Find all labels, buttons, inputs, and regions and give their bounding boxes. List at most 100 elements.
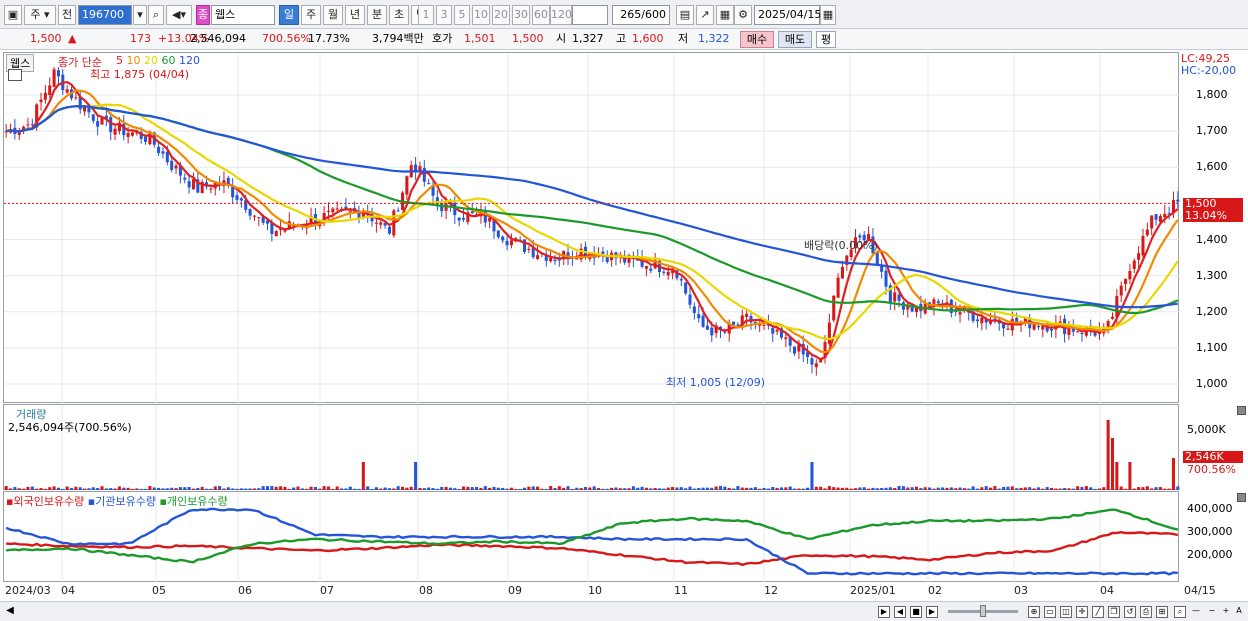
prev-button[interactable]: 전 bbox=[58, 5, 76, 25]
volume-bar bbox=[610, 487, 614, 490]
volume-bar bbox=[509, 487, 513, 490]
candle-body bbox=[697, 314, 701, 319]
volume-bar bbox=[975, 488, 979, 490]
period-tab-5[interactable]: 초 bbox=[389, 5, 409, 25]
volume-bar bbox=[505, 488, 509, 490]
window-icon[interactable]: ▭ bbox=[1044, 606, 1056, 618]
price-chart[interactable] bbox=[4, 53, 1180, 404]
zoom-out-icon[interactable]: — bbox=[1190, 606, 1202, 618]
scroll-right-icon[interactable]: ▶ bbox=[878, 606, 890, 618]
split-icon[interactable]: ◫ bbox=[1060, 606, 1072, 618]
minute-custom-input[interactable] bbox=[572, 5, 608, 25]
volume-panel[interactable]: 거래량 2,546,094주(700.56%) bbox=[3, 404, 1180, 491]
volume-bar bbox=[1010, 486, 1014, 490]
volume-bar bbox=[174, 488, 178, 490]
font-size-icon[interactable]: A bbox=[1233, 606, 1245, 618]
crosshair-icon[interactable]: ✛ bbox=[1076, 606, 1088, 618]
line-icon[interactable]: ╱ bbox=[1092, 606, 1104, 618]
panel-close-icon[interactable] bbox=[1237, 406, 1246, 415]
buy-button[interactable]: 매수 bbox=[740, 31, 774, 48]
period-tab-4[interactable]: 분 bbox=[367, 5, 387, 25]
candle-body bbox=[83, 107, 87, 112]
candle-body bbox=[483, 210, 487, 223]
volume-bar bbox=[296, 486, 300, 490]
volume-bar bbox=[636, 487, 640, 490]
volume-bar bbox=[122, 487, 126, 490]
minute-button-20[interactable]: 20 bbox=[492, 5, 510, 25]
minute-button-1[interactable]: 1 bbox=[418, 5, 434, 25]
volume-chart[interactable] bbox=[4, 405, 1180, 491]
candle-body bbox=[897, 294, 901, 301]
minute-button-3[interactable]: 3 bbox=[436, 5, 452, 25]
code-dropdown-icon[interactable]: ▾ bbox=[133, 5, 147, 25]
refresh-icon[interactable]: ↺ bbox=[1124, 606, 1136, 618]
period-tab-0[interactable]: 일 bbox=[279, 5, 299, 25]
scroll-bar[interactable]: ◀ ▶ ◀ ■ ▶ ⊕ ▭ ◫ ✛ ╱ ❐ ↺ ⎙ ⊞ ⌕ — − + A bbox=[0, 601, 1248, 621]
count-field[interactable]: 265/600 bbox=[612, 5, 670, 25]
minute-button-120[interactable]: 120 bbox=[550, 5, 572, 25]
sound-icon[interactable]: ◀▾ bbox=[166, 5, 192, 25]
indicator-icon[interactable]: ▤ bbox=[676, 5, 694, 25]
grid-icon[interactable]: ⊞ bbox=[1156, 606, 1168, 618]
stop-icon[interactable]: ■ bbox=[910, 606, 922, 618]
copy-icon[interactable]: ❐ bbox=[1108, 606, 1120, 618]
volume-bar bbox=[779, 487, 783, 490]
x-axis-right-label: 04/15 bbox=[1184, 584, 1216, 597]
volume-bar bbox=[531, 486, 535, 490]
plus-icon[interactable]: + bbox=[1220, 606, 1232, 618]
volume-bar bbox=[331, 488, 335, 490]
candle-body bbox=[113, 128, 117, 135]
eval-button[interactable]: 평 bbox=[816, 31, 836, 48]
period-tab-2[interactable]: 월 bbox=[323, 5, 343, 25]
volume-bar bbox=[958, 487, 962, 490]
candle-body bbox=[239, 198, 243, 201]
x-axis-label-11: 02 bbox=[928, 584, 942, 597]
period-tab-3[interactable]: 년 bbox=[345, 5, 365, 25]
minute-button-10[interactable]: 10 bbox=[472, 5, 490, 25]
volume-bar bbox=[292, 487, 296, 490]
candle-body bbox=[396, 210, 400, 212]
holding-panel[interactable]: ▪외국인보유수량 ▪기관보유수량 ▪개인보유수량 bbox=[3, 491, 1179, 583]
sell-button[interactable]: 매도 bbox=[778, 31, 812, 48]
layout-icon[interactable]: ▣ bbox=[4, 5, 22, 25]
minute-button-30[interactable]: 30 bbox=[512, 5, 530, 25]
minute-button-60[interactable]: 60 bbox=[532, 5, 550, 25]
zoom-slider-thumb[interactable] bbox=[980, 605, 986, 617]
zoom-in-icon[interactable]: ⊕ bbox=[1028, 606, 1040, 618]
name-field[interactable]: 웹스 bbox=[211, 5, 275, 25]
volume-bar bbox=[448, 487, 452, 490]
volume-bar bbox=[1163, 488, 1167, 490]
gear-icon[interactable]: ⚙ bbox=[734, 5, 752, 25]
calendar-icon[interactable]: ▦ bbox=[820, 5, 836, 25]
price-panel[interactable]: 웹스 종가 단순 5 10 20 60 120 최고 1,875 (04/04)… bbox=[3, 52, 1180, 404]
code-input[interactable]: 196700 bbox=[78, 5, 132, 25]
scroll-left-icon[interactable]: ◀ bbox=[4, 606, 16, 618]
date-input[interactable]: 2025/04/15 bbox=[754, 5, 821, 25]
volume-bar bbox=[936, 487, 940, 490]
chart-settings-icon[interactable] bbox=[8, 69, 22, 81]
candle-body bbox=[165, 151, 169, 163]
first-icon[interactable]: ◀ bbox=[894, 606, 906, 618]
volume-bar bbox=[840, 487, 844, 490]
volume-bar bbox=[1049, 487, 1054, 490]
volume-bar bbox=[666, 487, 670, 490]
volume-bar bbox=[1076, 486, 1080, 490]
save-icon[interactable]: ▦ bbox=[716, 5, 734, 25]
print-icon[interactable]: ⎙ bbox=[1140, 606, 1152, 618]
volume-bar bbox=[440, 486, 444, 490]
panel-close-icon[interactable] bbox=[1237, 493, 1246, 502]
holding-legend-2: ▪개인보유수량 bbox=[159, 495, 228, 508]
minus-icon[interactable]: − bbox=[1206, 606, 1218, 618]
volume-bar bbox=[858, 487, 862, 490]
x-axis-label-0: 2024/03 bbox=[5, 584, 51, 597]
drawing-icon[interactable]: ↗ bbox=[696, 5, 714, 25]
search-zoom-icon[interactable]: ⌕ bbox=[1174, 606, 1186, 618]
search-icon[interactable]: ⌕ bbox=[148, 5, 164, 25]
volume-bar bbox=[514, 488, 518, 490]
period-tab-1[interactable]: 주 bbox=[301, 5, 321, 25]
volume-bar bbox=[74, 486, 78, 490]
type-select[interactable]: 주 ▾ bbox=[24, 5, 56, 25]
minute-button-5[interactable]: 5 bbox=[454, 5, 470, 25]
last-icon[interactable]: ▶ bbox=[926, 606, 938, 618]
volume-bar bbox=[270, 486, 274, 490]
